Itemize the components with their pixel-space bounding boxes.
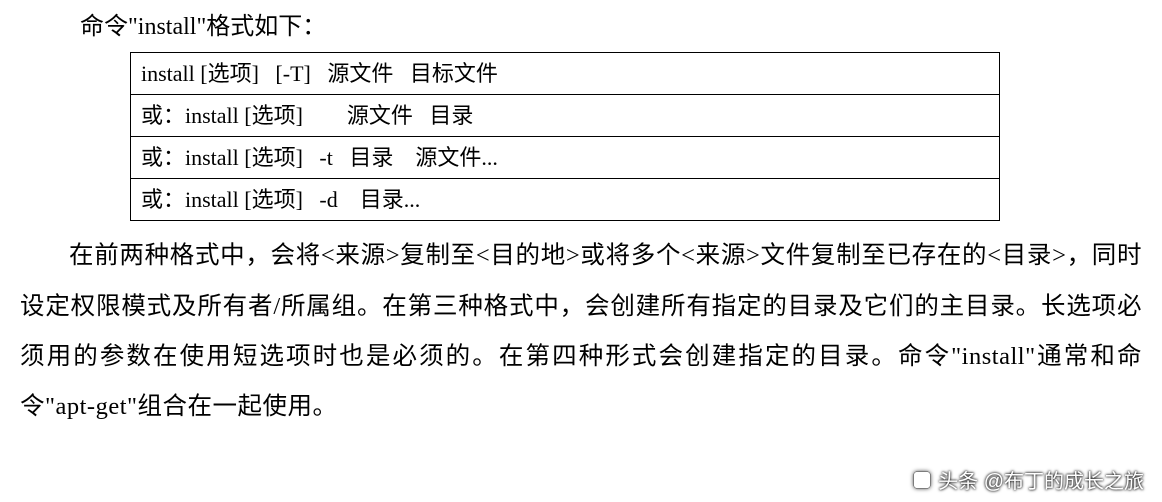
table-row: 或：install [选项] -t 目录 源文件... [131, 137, 1000, 179]
table-row: 或：install [选项] -d 目录... [131, 179, 1000, 221]
syntax-cell: 或：install [选项] -t 目录 源文件... [131, 137, 1000, 179]
syntax-table: install [选项] [-T] 源文件 目标文件 或：install [选项… [130, 52, 1000, 221]
syntax-cell: install [选项] [-T] 源文件 目标文件 [131, 53, 1000, 95]
watermark-text: 头条 @布丁的成长之旅 [938, 465, 1144, 494]
toutiao-icon [912, 470, 932, 490]
table-row: 或：install [选项] 源文件 目录 [131, 95, 1000, 137]
syntax-cell: 或：install [选项] -d 目录... [131, 179, 1000, 221]
table-row: install [选项] [-T] 源文件 目标文件 [131, 53, 1000, 95]
intro-text: 命令"install"格式如下： [20, 8, 1142, 46]
watermark: 头条 @布丁的成长之旅 [912, 465, 1144, 494]
body-paragraph: 在前两种格式中，会将<来源>复制至<目的地>或将多个<来源>文件复制至已存在的<… [20, 231, 1142, 432]
syntax-cell: 或：install [选项] 源文件 目录 [131, 95, 1000, 137]
